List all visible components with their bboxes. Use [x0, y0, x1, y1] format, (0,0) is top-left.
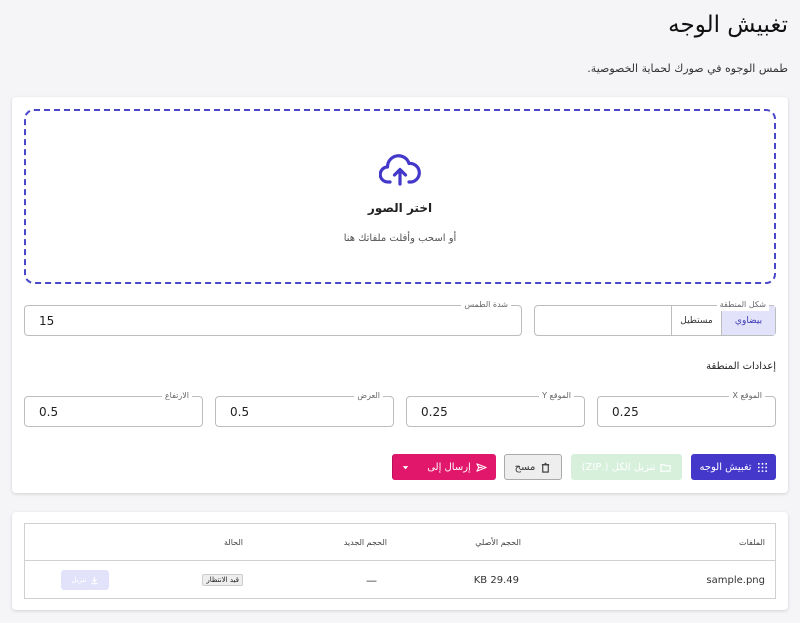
row-new-size: — — [366, 573, 377, 587]
shape-selector-spacer — [535, 306, 671, 335]
position-y-field[interactable]: الموقع Y 0.25 — [406, 390, 585, 427]
header-files: الملفات — [739, 537, 765, 547]
row-download-button[interactable]: تنزيل — [61, 570, 109, 590]
page-title: تغبيش الوجه — [668, 12, 788, 38]
table-header: الملفات الحجم الأصلي الحجم الجديد الحالة — [25, 524, 775, 561]
send-to-dropdown-button[interactable] — [392, 454, 418, 480]
width-value: 0.5 — [230, 404, 250, 419]
drag-drop-hint: أو اسحب وأفلت ملفاتك هنا — [343, 233, 457, 244]
download-zip-button[interactable]: تنزيل الكل (.ZIP) — [571, 454, 682, 480]
status-badge: قيد الانتظار — [202, 574, 243, 586]
row-original-size: 29.49 KB — [473, 574, 519, 586]
blur-face-button-label: تغبيش الوجه — [699, 461, 752, 473]
folder-icon — [660, 463, 672, 472]
blur-strength-field[interactable]: شدة الطمس 15 — [24, 299, 522, 336]
height-field[interactable]: الارتفاع 0.5 — [24, 390, 203, 427]
row-download-cell: تنزيل — [61, 561, 109, 599]
caret-down-icon — [402, 465, 409, 469]
row-status-cell: قيد الانتظار — [202, 561, 243, 599]
files-card: الملفات الحجم الأصلي الحجم الجديد الحالة… — [12, 512, 788, 610]
clear-button-label: مسح — [514, 461, 536, 473]
shape-option-rectangle[interactable]: مستطيل — [671, 306, 721, 335]
clear-button[interactable]: مسح — [504, 454, 562, 480]
width-field[interactable]: العرض 0.5 — [215, 390, 394, 427]
grid-blur-icon — [757, 462, 767, 472]
send-icon — [476, 462, 487, 472]
choose-images-label[interactable]: اختر الصور — [368, 201, 432, 215]
position-x-value: 0.25 — [612, 404, 639, 419]
height-value: 0.5 — [39, 404, 59, 419]
table-row: sample.png 29.49 KB — قيد الانتظار تنزيل — [25, 561, 775, 599]
image-dropzone[interactable]: اختر الصور أو اسحب وأفلت ملفاتك هنا — [24, 109, 776, 284]
send-to-button-label: إرسال إلى — [427, 461, 471, 473]
header-new-size: الحجم الجديد — [343, 537, 387, 547]
region-settings-heading: إعدادات المنطقة — [706, 361, 776, 372]
page-subtitle: طمس الوجوه في صورك لحماية الخصوصية. — [587, 62, 788, 75]
download-icon — [90, 576, 98, 584]
position-x-field[interactable]: الموقع X 0.25 — [597, 390, 776, 427]
row-file-name: sample.png — [706, 574, 765, 586]
header-status: الحالة — [224, 537, 243, 547]
position-y-value: 0.25 — [421, 404, 448, 419]
row-download-label: تنزيل — [71, 576, 87, 584]
blur-strength-value: 15 — [39, 313, 55, 328]
send-to-button[interactable]: إرسال إلى — [418, 454, 496, 480]
header-original-size: الحجم الأصلي — [475, 537, 521, 547]
files-table: الملفات الحجم الأصلي الحجم الجديد الحالة… — [24, 523, 776, 599]
blur-face-button[interactable]: تغبيش الوجه — [691, 454, 776, 480]
download-zip-button-label: تنزيل الكل (.ZIP) — [581, 461, 656, 473]
shape-selector-label: شكل المنطقة — [716, 299, 769, 311]
cloud-upload-icon — [379, 154, 421, 186]
settings-card: اختر الصور أو اسحب وأفلت ملفاتك هنا شكل … — [12, 97, 788, 493]
shape-selector: شكل المنطقة بيضاوي مستطيل — [534, 299, 776, 336]
clear-list-icon — [542, 462, 550, 473]
